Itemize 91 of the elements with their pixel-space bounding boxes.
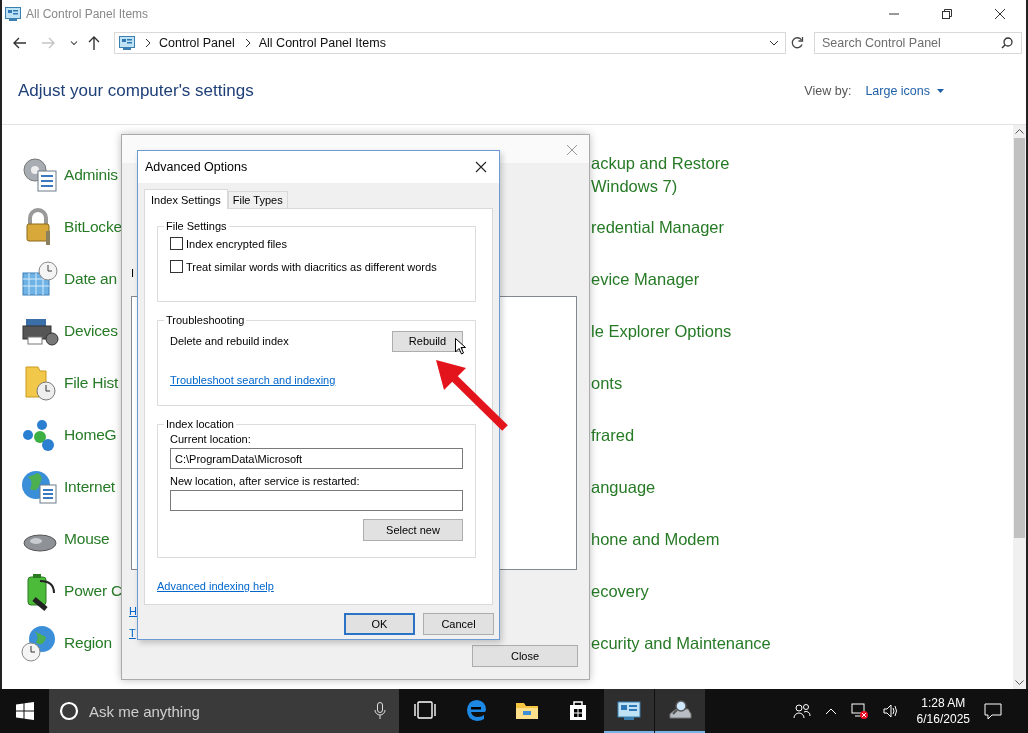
control-panel-item[interactable]: le Explorer Options (591, 319, 732, 343)
link[interactable]: H (129, 605, 137, 617)
checkbox[interactable] (170, 237, 183, 250)
restore-icon[interactable] (941, 8, 953, 20)
link[interactable]: Troubleshoot search and indexing (170, 374, 336, 386)
control-panel-item[interactable]: ecurity and Maintenance (591, 631, 771, 655)
chevron-up-icon[interactable] (824, 707, 837, 715)
view-by-label: View by: (804, 84, 852, 98)
mouse-cursor-icon (455, 338, 466, 355)
notification-icon[interactable] (984, 702, 1002, 720)
chevron-down-icon[interactable] (769, 40, 779, 46)
refresh-icon[interactable] (790, 36, 804, 50)
control-panel-item[interactable]: File Hist (64, 374, 119, 392)
scrollbar[interactable] (1013, 125, 1026, 689)
select-new-button[interactable]: Select new (363, 519, 463, 541)
window-title: All Control Panel Items (26, 7, 149, 21)
close-icon[interactable] (994, 8, 1006, 20)
breadcrumb[interactable]: Control Panel (159, 36, 235, 50)
field-label: Current location: (170, 433, 252, 445)
control-panel-item[interactable]: Mouse (64, 530, 110, 548)
control-panel-item[interactable]: frared (591, 423, 635, 447)
rebuild-button[interactable]: Rebuild (392, 330, 463, 352)
control-panel-item[interactable]: ackup and Restore Windows 7) (591, 152, 730, 198)
group-title: Troubleshooting (165, 314, 246, 326)
tab[interactable]: File Types (227, 191, 288, 208)
control-panel-item[interactable]: hone and Modem (591, 527, 720, 551)
control-panel-item[interactable]: Date an (64, 270, 117, 288)
people-icon[interactable] (792, 703, 811, 719)
gear-list-icon[interactable] (20, 155, 60, 195)
close-button[interactable]: Close (472, 645, 578, 667)
browser-icon (464, 699, 488, 721)
dialog-button[interactable]: Cancel (423, 613, 494, 635)
clock-date[interactable]: 6/16/2025 (916, 711, 970, 727)
control-panel-item[interactable]: onts (591, 371, 623, 395)
pointer-arrow (436, 360, 508, 431)
search-field[interactable]: Search Control Panel (814, 32, 1022, 54)
group-title: File Settings (165, 220, 228, 232)
checkbox-label[interactable]: Treat similar words with diacritics as different words (186, 260, 437, 273)
clock-time[interactable]: 1:28 AM (921, 695, 966, 711)
speaker-icon[interactable] (882, 704, 899, 718)
scroll-up-icon[interactable] (1015, 129, 1024, 134)
control-panel-icon (5, 7, 21, 21)
breadcrumb[interactable]: All Control Panel Items (258, 36, 386, 50)
calendar-clock-icon[interactable] (20, 259, 60, 299)
control-panel-item[interactable]: Internet (64, 478, 115, 496)
control-panel-item[interactable]: HomeG (64, 426, 117, 444)
control-panel-item[interactable]: Region (64, 634, 112, 652)
input-field[interactable] (170, 490, 463, 511)
scroll-thumb[interactable] (1014, 138, 1025, 538)
control-panel-item[interactable]: BitLocke (64, 218, 122, 236)
monitor-icon (617, 699, 641, 721)
group-title: Index location (165, 418, 235, 430)
taskbar-search-field[interactable]: Ask me anything (49, 689, 399, 733)
field-label: New location, after service is restarted: (170, 475, 361, 487)
scroll-down-icon[interactable] (1015, 680, 1024, 685)
section-label: I (131, 267, 135, 279)
view-mode-link[interactable]: Large icons (865, 84, 930, 98)
control-panel-item[interactable]: anguage (591, 475, 656, 499)
link[interactable]: T (129, 627, 136, 639)
search-icon (1001, 37, 1013, 49)
chevron-right-icon (244, 38, 251, 48)
checkbox-label[interactable]: Index encrypted files (186, 237, 287, 250)
chevron-right-icon (145, 38, 151, 48)
circle-icon (59, 701, 79, 721)
taskbar-button[interactable] (604, 689, 654, 733)
caret-icon[interactable] (937, 89, 944, 93)
option-label: Delete and rebuild index (170, 335, 289, 347)
magnifier-drive-icon (668, 699, 692, 721)
control-panel-item[interactable]: evice Manager (591, 267, 700, 291)
close-icon[interactable] (475, 161, 487, 173)
up-arrow-icon[interactable] (86, 35, 102, 51)
control-panel-item[interactable]: Devices (64, 322, 118, 340)
control-panel-item[interactable]: Power C (64, 582, 123, 600)
location-field[interactable]: C:\ProgramData\Microsoft (170, 448, 463, 469)
tab[interactable]: Index Settings (144, 189, 228, 209)
control-panel-item[interactable]: Adminis (64, 166, 118, 184)
taskbar-button[interactable] (655, 689, 705, 733)
network-icon[interactable] (850, 703, 869, 719)
checkbox[interactable] (170, 260, 183, 273)
start-icon[interactable] (16, 702, 34, 720)
microphone-icon[interactable] (374, 702, 386, 720)
dialog-title: Advanced Options (145, 160, 248, 174)
address-bar[interactable]: Control Panel All Control Panel Items (114, 32, 786, 54)
back-arrow-icon[interactable] (12, 35, 28, 51)
dialog-button[interactable]: OK (344, 613, 415, 635)
control-panel-item[interactable]: ecovery (591, 579, 649, 603)
help-link[interactable]: Advanced indexing help (157, 580, 274, 592)
task-view-icon (413, 699, 437, 721)
control-panel-icon (119, 36, 135, 50)
page-heading: Adjust your computer's settings (18, 81, 254, 101)
control-panel-item[interactable]: redential Manager (591, 215, 724, 239)
